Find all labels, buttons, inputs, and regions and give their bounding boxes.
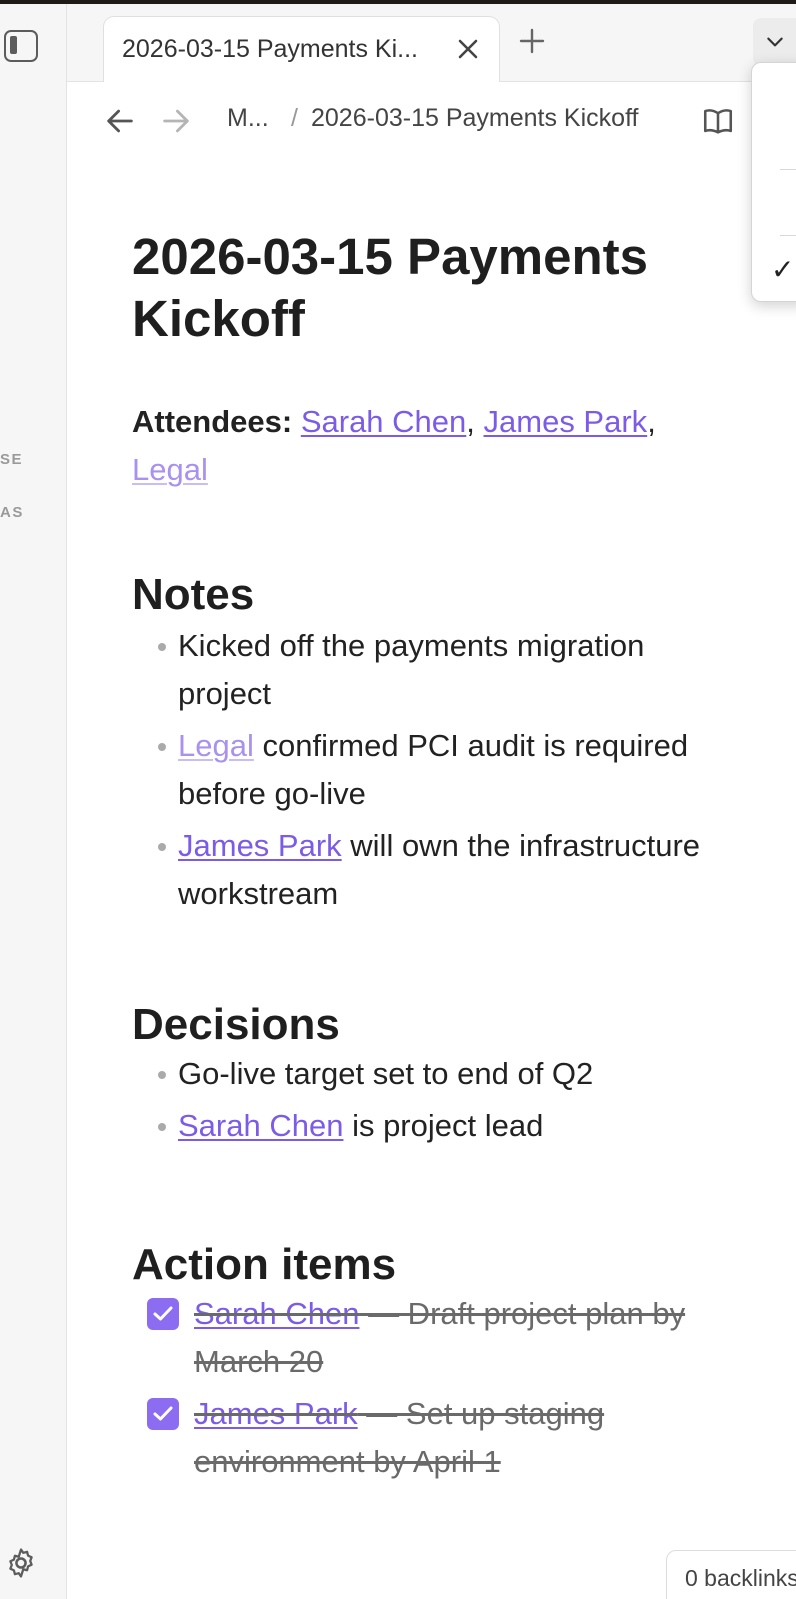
attendee-link-sarah-chen[interactable]: Sarah Chen: [301, 404, 466, 439]
menu-divider: [780, 169, 796, 170]
menu-item-checkmark-icon[interactable]: ✓: [771, 253, 794, 286]
notes-list: Kicked off the payments migration projec…: [132, 622, 732, 922]
list-item-text: is project lead: [343, 1108, 544, 1143]
list-item-text: Go-live target set to end of Q2: [178, 1056, 594, 1091]
back-arrow-icon[interactable]: [103, 104, 137, 138]
menu-divider: [780, 235, 796, 236]
left-sidebar: SE AS: [0, 4, 67, 1599]
tab-title: 2026-03-15 Payments Ki...: [122, 35, 418, 63]
list-item-text: confirmed PCI audit is required before g…: [178, 728, 689, 811]
breadcrumb-separator: /: [291, 104, 298, 132]
notes-heading: Notes: [132, 570, 255, 619]
task-link-james-park[interactable]: James Park: [194, 1396, 358, 1431]
tab-list-dropdown-button[interactable]: [753, 18, 796, 66]
note-title[interactable]: 2026-03-15 Payments Kickoff: [132, 226, 732, 350]
note-link-james-park[interactable]: James Park: [178, 828, 342, 863]
list-item: Go-live target set to end of Q2: [132, 1050, 732, 1098]
forward-arrow-icon[interactable]: [159, 104, 193, 138]
checkmark-icon: [153, 1306, 173, 1321]
list-item: Legal confirmed PCI audit is required be…: [132, 722, 732, 818]
settings-gear-icon[interactable]: [4, 1546, 38, 1580]
attendee-separator: ,: [647, 404, 656, 439]
breadcrumb-current-note[interactable]: 2026-03-15 Payments Kickoff: [311, 104, 639, 133]
task-checkbox[interactable]: [147, 1398, 179, 1430]
decision-link-sarah-chen[interactable]: Sarah Chen: [178, 1108, 343, 1143]
sidebar-toggle-icon[interactable]: [4, 30, 38, 62]
decisions-heading: Decisions: [132, 1000, 340, 1049]
breadcrumb-parent-folder[interactable]: M...: [227, 104, 269, 133]
note-link-legal[interactable]: Legal: [178, 728, 254, 763]
close-tab-icon[interactable]: [454, 35, 482, 63]
action-items-heading: Action items: [132, 1240, 397, 1289]
new-tab-plus-icon[interactable]: [517, 26, 547, 56]
checkmark-icon: [153, 1406, 173, 1421]
tab-active-note[interactable]: 2026-03-15 Payments Ki...: [103, 16, 500, 83]
sidebar-section-label-1: SE: [0, 451, 24, 468]
task-link-sarah-chen[interactable]: Sarah Chen: [194, 1296, 359, 1331]
list-item-text: Kicked off the payments migration projec…: [178, 628, 645, 711]
tab-bar: 2026-03-15 Payments Ki...: [67, 4, 796, 83]
attendees-label: Attendees:: [132, 404, 293, 439]
list-item: James Park will own the infrastructure w…: [132, 822, 732, 918]
backlinks-counter[interactable]: 0 backlinks: [666, 1550, 796, 1599]
task-item: Sarah Chen — Draft project plan by March…: [132, 1290, 732, 1386]
decisions-list: Go-live target set to end of Q2 Sarah Ch…: [132, 1050, 732, 1154]
attendee-link-james-park[interactable]: James Park: [484, 404, 648, 439]
attendees-line: Attendees: Sarah Chen, James Park, Legal: [132, 398, 712, 494]
attendee-link-legal[interactable]: Legal: [132, 452, 208, 487]
action-items-list: Sarah Chen — Draft project plan by March…: [132, 1290, 732, 1490]
reading-view-book-icon[interactable]: [701, 104, 735, 138]
note-navigation-bar: M... / 2026-03-15 Payments Kickoff: [67, 82, 796, 158]
list-item: Sarah Chen is project lead: [132, 1102, 732, 1150]
tab-list-menu[interactable]: ✓: [751, 62, 796, 302]
chevron-down-icon: [767, 37, 783, 47]
sidebar-section-label-2: AS: [0, 504, 24, 521]
list-item: Kicked off the payments migration projec…: [132, 622, 732, 718]
task-item: James Park — Set up staging environment …: [132, 1390, 732, 1486]
attendee-separator: ,: [466, 404, 484, 439]
task-checkbox[interactable]: [147, 1298, 179, 1330]
